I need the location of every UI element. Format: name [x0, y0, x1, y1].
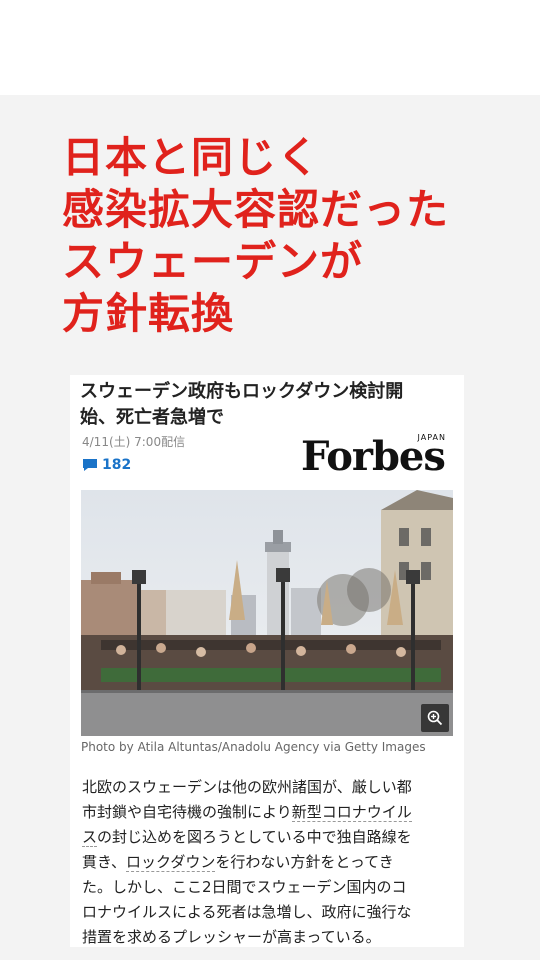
zoom-in-icon: [427, 710, 443, 726]
photo-caption: Photo by Atila Altuntas/Anadolu Agency v…: [81, 740, 426, 754]
comment-count-button[interactable]: 182: [82, 457, 131, 473]
publisher-name: Forbes: [301, 433, 446, 480]
article-card[interactable]: スウェーデン政府もロックダウン検討開 始、死亡者急増で 4/11(土) 7:00…: [70, 375, 464, 947]
body-line: 貫き、ロックダウンを行わない方針をとってき: [82, 850, 458, 875]
headline-line-3: スウェーデンが: [62, 237, 364, 286]
headline: 日本と同じく 感染拡大容認だった スウェーデンが 方針転換: [62, 132, 522, 340]
body-text-segment: の封じ込めを図ろうとしている中で独自路線を: [97, 828, 412, 846]
keyword-link-lockdown[interactable]: ロックダウン: [125, 853, 216, 872]
body-line: 措置を求めるプレッシャーが高まっている。: [82, 928, 381, 946]
article-title-line-1: スウェーデン政府もロックダウン検討開: [80, 381, 404, 402]
publisher-logo[interactable]: JAPAN Forbes: [301, 433, 446, 481]
body-text-segment: を行わない方針をとってき: [215, 853, 394, 871]
headline-line-2: 感染拡大容認だった: [62, 185, 450, 234]
body-line: た。しかし、ここ2日間でスウェーデン国内のコ: [82, 878, 407, 896]
keyword-link-covid-cont[interactable]: ス: [82, 828, 98, 847]
body-line: 市封鎖や自宅待機の強制により新型コロナウイル: [82, 800, 458, 825]
top-band: [0, 0, 540, 95]
comment-count: 182: [102, 457, 132, 473]
body-text-segment: 市封鎖や自宅待機の強制により: [82, 803, 292, 821]
stockholm-square-illustration: [81, 490, 453, 736]
body-text-segment: 貫き、: [82, 853, 126, 871]
keyword-link-covid[interactable]: 新型コロナウイル: [291, 803, 412, 822]
body-line: ロナウイルスによる死者は急増し、政府に強行な: [82, 903, 412, 921]
headline-line-1: 日本と同じく: [62, 133, 321, 182]
body-line: 北欧のスウェーデンは他の欧州諸国が、厳しい都: [82, 778, 412, 796]
article-body: 北欧のスウェーデンは他の欧州諸国が、厳しい都 市封鎖や自宅待機の強制により新型コ…: [82, 775, 458, 947]
article-title-line-2: 始、死亡者急増で: [80, 407, 224, 428]
article-title[interactable]: スウェーデン政府もロックダウン検討開 始、死亡者急増で: [80, 379, 450, 431]
zoom-button[interactable]: [421, 704, 449, 732]
body-line: スの封じ込めを図ろうとしている中で独自路線を: [82, 825, 458, 850]
article-photo[interactable]: [81, 490, 453, 736]
headline-line-4: 方針転換: [62, 289, 235, 338]
comment-bubble-icon: [83, 459, 97, 471]
publish-date: 4/11(土) 7:00配信: [82, 435, 186, 449]
